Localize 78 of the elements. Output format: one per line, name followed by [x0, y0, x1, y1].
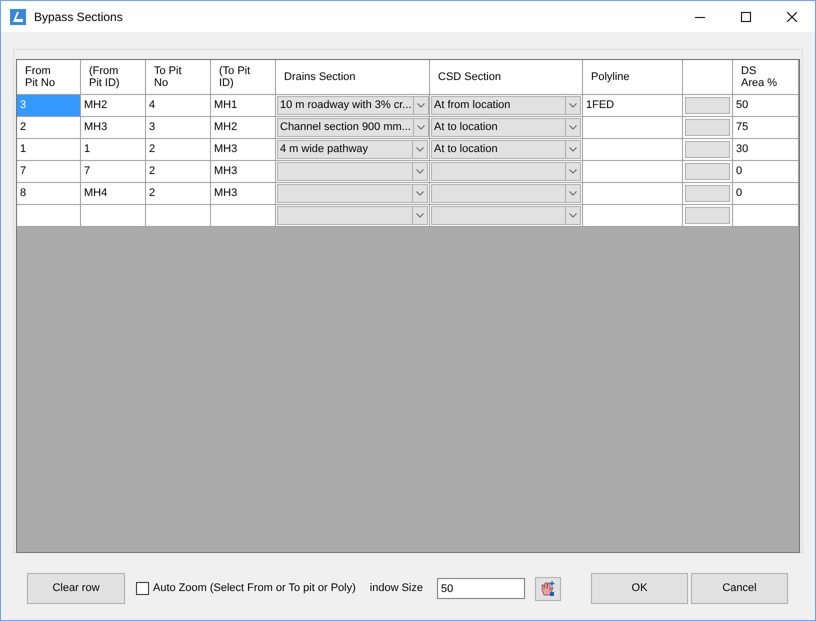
chevron-down-icon — [412, 141, 427, 158]
dropdown[interactable] — [431, 206, 581, 225]
dropdown[interactable] — [431, 162, 581, 181]
close-icon — [787, 12, 797, 22]
table-cell: 3 — [146, 117, 211, 139]
app-logo-icon — [10, 8, 26, 24]
window-size-field[interactable]: 50 — [436, 578, 525, 599]
table-cell: MH1 — [211, 95, 276, 117]
table-cell: MH2 — [211, 117, 276, 139]
cell-button[interactable] — [685, 207, 730, 224]
table-cell: 4 — [146, 95, 211, 117]
chevron-down-icon — [565, 119, 580, 136]
table-cell: 2 — [146, 161, 211, 183]
table-cell: 50 — [733, 95, 799, 117]
chevron-down-icon — [412, 207, 427, 224]
cell-button[interactable] — [685, 119, 730, 136]
cell-button[interactable] — [685, 141, 730, 158]
clear-row-button[interactable]: Clear row — [27, 573, 125, 604]
column-header: To Pit No — [146, 60, 211, 95]
maximize-icon — [741, 12, 751, 22]
column-header: CSD Section — [430, 60, 583, 95]
dropdown[interactable] — [277, 206, 428, 225]
checkbox[interactable] — [136, 582, 149, 595]
chevron-down-icon — [412, 119, 428, 136]
chevron-down-icon — [565, 97, 580, 114]
dropdown[interactable] — [277, 162, 428, 181]
dropdown[interactable]: Channel section 900 mm... — [277, 118, 429, 137]
column-header: Drains Section — [276, 60, 430, 95]
table-cell: 0 — [733, 161, 799, 183]
dropdown[interactable]: At from location — [431, 96, 581, 115]
table-cell: 2 — [17, 117, 81, 139]
column-header: DS Area % — [733, 60, 799, 95]
table-cell: 75 — [733, 117, 799, 139]
column-header: (From Pit ID) — [81, 60, 146, 95]
table-cell: MH4 — [81, 183, 146, 205]
column-header: Polyline — [583, 60, 683, 95]
dropdown[interactable] — [431, 184, 581, 203]
column-header: From Pit No — [17, 60, 81, 95]
chevron-down-icon — [412, 163, 427, 180]
window-size-label: indow Size — [370, 581, 423, 596]
table-cell: 1FED — [583, 95, 683, 117]
table-cell — [81, 205, 146, 227]
chevron-down-icon — [565, 163, 580, 180]
table-cell: 1 — [17, 139, 81, 161]
window-title: Bypass Sections — [34, 8, 123, 26]
chevron-down-icon — [565, 185, 580, 202]
cell-button[interactable] — [685, 163, 730, 180]
cancel-button[interactable]: Cancel — [690, 573, 788, 604]
table-cell: MH3 — [81, 117, 146, 139]
hand-icon — [538, 580, 557, 598]
table-cell: 3 — [17, 95, 81, 117]
dropdown[interactable] — [277, 184, 428, 203]
table-cell: MH3 — [211, 139, 276, 161]
table-cell — [146, 205, 211, 227]
table-cell: 30 — [733, 139, 799, 161]
dropdown[interactable]: 4 m wide pathway — [277, 140, 428, 159]
cell-button[interactable] — [685, 97, 730, 114]
column-header: (To Pit ID) — [211, 60, 276, 95]
table-cell: MH3 — [211, 183, 276, 205]
table-cell: 2 — [146, 183, 211, 205]
chevron-down-icon — [565, 207, 580, 224]
hand-tool-button[interactable] — [534, 576, 561, 600]
cell-button[interactable] — [685, 185, 730, 202]
dropdown[interactable]: At to location — [431, 140, 581, 159]
table-cell: 8 — [17, 183, 81, 205]
table-cell: 7 — [81, 161, 146, 183]
table-cell: MH2 — [81, 95, 146, 117]
chevron-down-icon — [565, 141, 580, 158]
table-cell: MH3 — [211, 161, 276, 183]
ok-button[interactable]: OK — [590, 573, 688, 604]
table-cell: 1 — [81, 139, 146, 161]
table-cell: 2 — [146, 139, 211, 161]
table-cell: 7 — [17, 161, 81, 183]
dropdown[interactable]: 10 m roadway with 3% cr... — [277, 96, 430, 115]
table-cell: 0 — [733, 183, 799, 205]
auto-zoom-label: Auto Zoom (Select From or To pit or Poly) — [153, 581, 356, 596]
chevron-down-icon — [412, 185, 427, 202]
dropdown[interactable]: At to location — [431, 118, 581, 137]
